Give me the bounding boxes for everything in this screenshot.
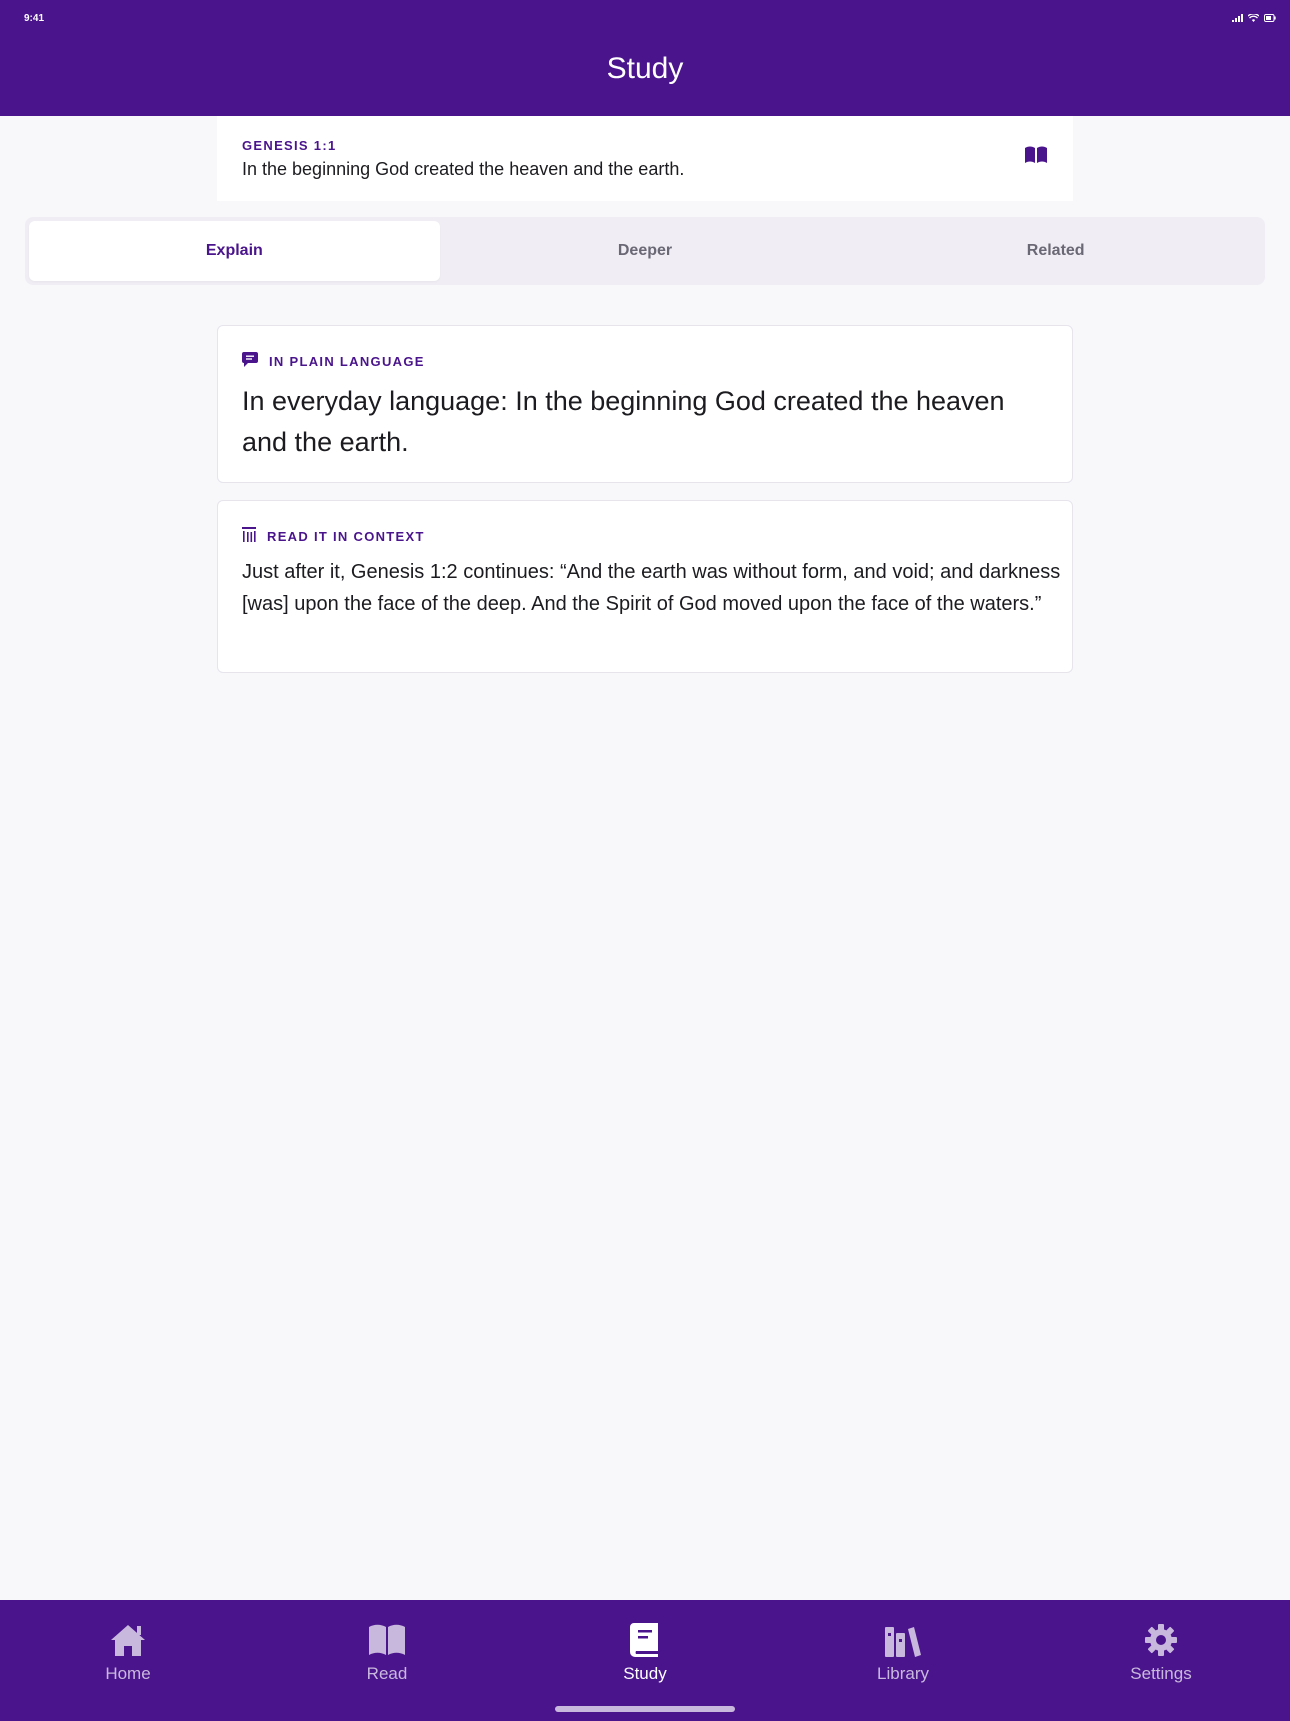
wifi-icon bbox=[1248, 14, 1259, 22]
tab-deeper[interactable]: Deeper bbox=[440, 221, 851, 281]
verse-reference: GENESIS 1:1 bbox=[242, 138, 337, 153]
nav-read[interactable]: Read bbox=[287, 1622, 487, 1684]
verse-card: GENESIS 1:1 In the beginning God created… bbox=[217, 116, 1073, 201]
book-open-icon bbox=[367, 1622, 407, 1658]
nav-library-label: Library bbox=[877, 1664, 929, 1683]
plain-language-card: IN PLAIN LANGUAGE In everyday language: … bbox=[217, 325, 1073, 483]
nav-read-label: Read bbox=[366, 1664, 408, 1683]
nav-study-label: Study bbox=[623, 1664, 667, 1683]
book-open-icon bbox=[1024, 146, 1048, 169]
open-in-reader-button[interactable] bbox=[1023, 144, 1049, 170]
tab-explain[interactable]: Explain bbox=[29, 221, 440, 281]
app-header: 9:41 Study bbox=[0, 0, 1290, 116]
study-screen: 9:41 Study GENESIS 1:1 In the beginning … bbox=[0, 0, 1290, 1721]
context-heading: READ IT IN CONTEXT bbox=[242, 527, 425, 545]
plain-language-heading: IN PLAIN LANGUAGE bbox=[242, 352, 425, 370]
home-icon bbox=[108, 1622, 148, 1658]
status-icons bbox=[1232, 14, 1276, 22]
gear-icon bbox=[1141, 1622, 1181, 1658]
home-indicator[interactable] bbox=[555, 1706, 735, 1712]
context-label: READ IT IN CONTEXT bbox=[267, 528, 425, 544]
plain-language-label: IN PLAIN LANGUAGE bbox=[269, 353, 425, 369]
study-book-icon bbox=[625, 1622, 665, 1658]
library-icon bbox=[883, 1622, 923, 1658]
status-time: 9:41 bbox=[24, 13, 45, 24]
study-tabs: Explain Deeper Related bbox=[25, 217, 1265, 285]
tab-related[interactable]: Related bbox=[850, 221, 1261, 281]
context-icon bbox=[242, 527, 256, 545]
chat-bubble-icon bbox=[242, 352, 258, 370]
nav-home-label: Home bbox=[105, 1664, 151, 1683]
nav-study[interactable]: Study bbox=[545, 1622, 745, 1684]
nav-settings-label: Settings bbox=[1130, 1664, 1192, 1683]
verse-text: In the beginning God created the heaven … bbox=[242, 159, 685, 179]
page-title: Study bbox=[606, 52, 684, 85]
nav-settings[interactable]: Settings bbox=[1061, 1622, 1261, 1684]
plain-language-text: In everyday language: In the beginning G… bbox=[242, 386, 1005, 457]
signal-icon bbox=[1232, 14, 1243, 22]
battery-icon bbox=[1264, 14, 1276, 22]
context-text: Just after it, Genesis 1:2 continues: “A… bbox=[242, 561, 1061, 615]
bottom-nav: Home Read Study Library Settings bbox=[0, 1600, 1290, 1721]
nav-library[interactable]: Library bbox=[803, 1622, 1003, 1684]
context-card: READ IT IN CONTEXT Just after it, Genesi… bbox=[217, 500, 1073, 673]
nav-home[interactable]: Home bbox=[28, 1622, 228, 1684]
